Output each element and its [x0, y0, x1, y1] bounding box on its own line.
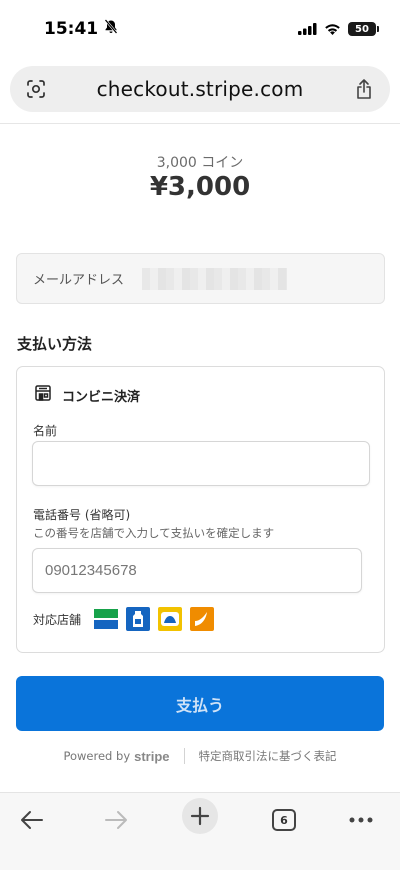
payment-method-card: コンビニ決済 名前 電話番号 (省略可) この番号を店舗で入力して支払いを確定し… — [16, 366, 385, 653]
phone-help-text: この番号を店舗で入力して支払いを確定します — [33, 526, 275, 540]
email-value-redacted — [142, 267, 288, 290]
status-bar: 15:41 50 — [0, 0, 400, 58]
ministop-logo — [158, 607, 183, 631]
bell-slash-icon — [104, 19, 118, 39]
legal-notice-link[interactable]: 特定商取引法に基づく表記 — [199, 748, 337, 764]
total-amount: ¥3,000 — [149, 172, 251, 202]
url-text[interactable]: checkout.stripe.com — [97, 77, 304, 101]
footer-divider — [183, 748, 185, 764]
status-time: 15:41 — [44, 19, 99, 39]
address-bar[interactable]: checkout.stripe.com — [10, 66, 390, 112]
phone-label: 電話番号 (省略可) — [33, 508, 131, 522]
cellular-signal-icon — [298, 20, 317, 39]
supported-stores: 対応店舗 — [33, 607, 215, 631]
wifi-icon — [324, 20, 341, 39]
convenience-store-icon — [34, 384, 52, 406]
more-icon[interactable] — [341, 800, 381, 840]
header-divider — [0, 123, 400, 124]
browser-toolbar: 6 — [0, 792, 400, 870]
checkout-footer: Powered by stripe 特定商取引法に基づく表記 — [0, 748, 400, 764]
plus-icon[interactable] — [182, 798, 218, 834]
pay-button[interactable]: 支払う — [16, 676, 384, 731]
phone-input[interactable]: 09012345678 — [32, 548, 362, 593]
name-label: 名前 — [33, 424, 58, 438]
tab-count: 6 — [272, 809, 296, 831]
name-input[interactable] — [32, 441, 370, 486]
tabs-icon[interactable]: 6 — [264, 800, 304, 840]
lawson-logo — [126, 607, 151, 631]
email-label: メールアドレス — [33, 273, 125, 288]
powered-by-stripe[interactable]: Powered by stripe — [63, 749, 169, 764]
familymart-logo — [94, 607, 119, 631]
share-icon[interactable] — [352, 77, 376, 101]
powered-by-text: Powered by — [63, 749, 131, 763]
email-display: メールアドレス — [16, 253, 385, 304]
forward-arrow-icon[interactable] — [96, 800, 136, 840]
battery-icon: 50 — [348, 22, 379, 36]
page-scan-icon[interactable] — [24, 77, 48, 101]
stores-label: 対応店舗 — [33, 612, 82, 627]
stripe-logo: stripe — [134, 748, 170, 764]
payment-method-label: コンビニ決済 — [62, 389, 141, 405]
product-name: 3,000 コイン — [156, 155, 244, 171]
payment-method-option[interactable]: コンビニ決済 — [34, 384, 140, 406]
payment-method-title: 支払い方法 — [17, 335, 93, 353]
seicomart-logo — [190, 607, 215, 631]
back-arrow-icon[interactable] — [12, 800, 52, 840]
